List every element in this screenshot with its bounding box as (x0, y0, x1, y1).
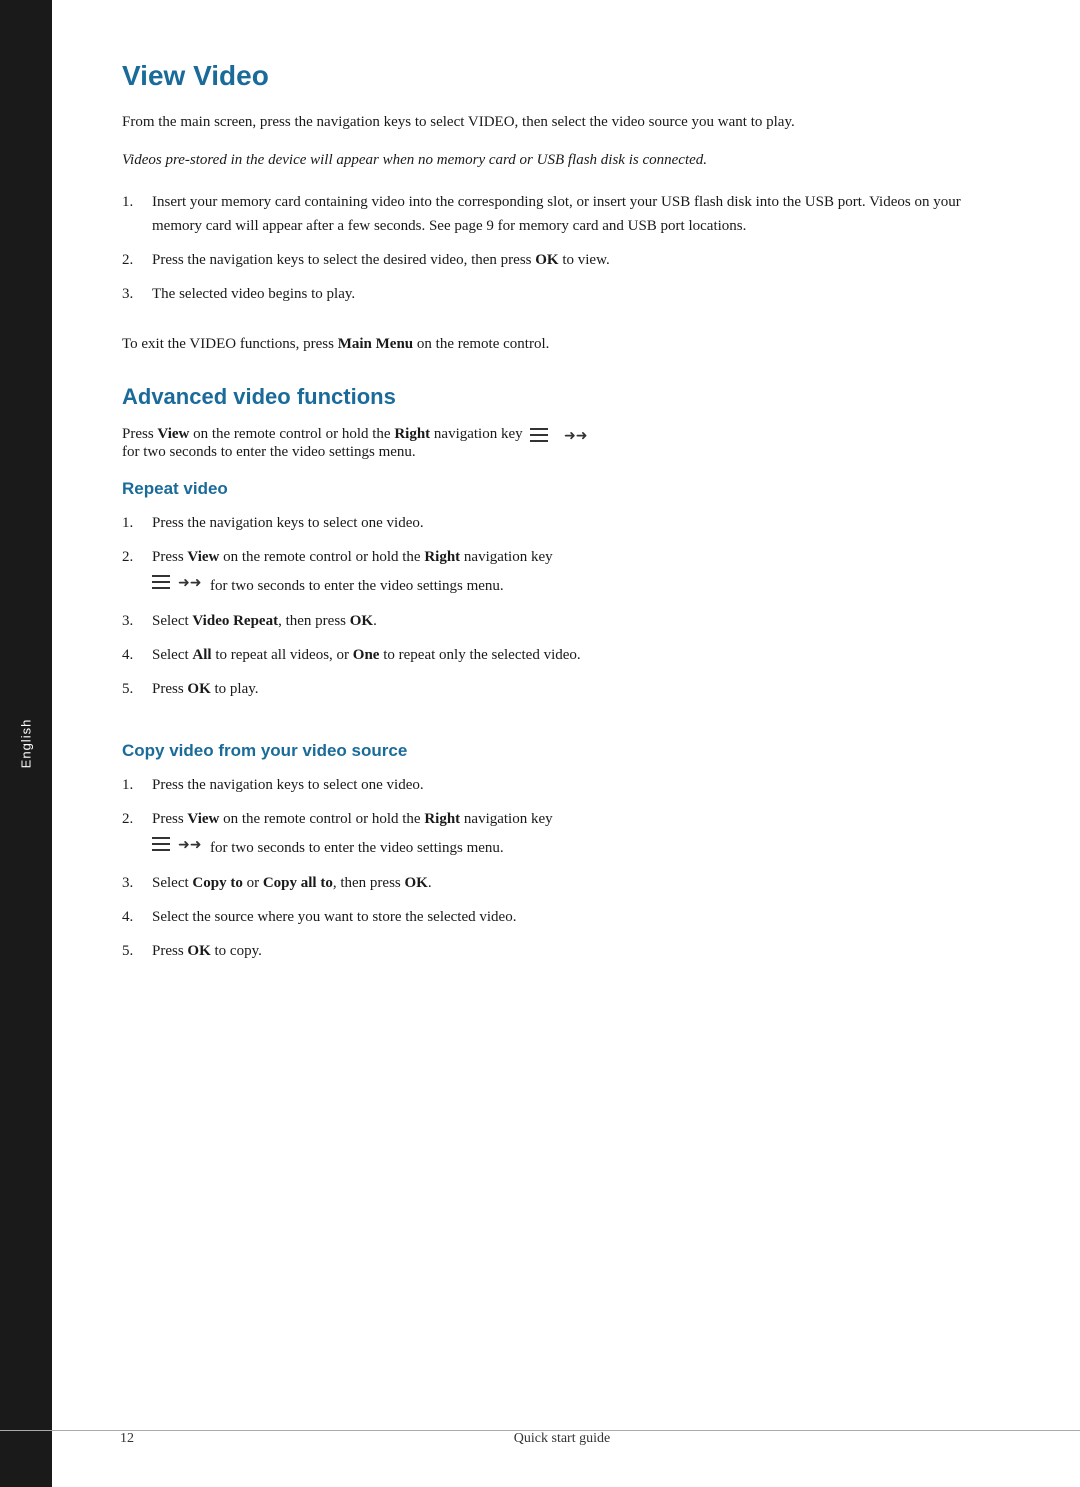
list-text: Press View on the remote control or hold… (152, 807, 990, 861)
list-item: 2. Press View on the remote control or h… (122, 807, 990, 861)
list-number: 1. (122, 773, 152, 797)
svg-text:➜➜: ➜➜ (564, 427, 587, 443)
list-item: 4. Select the source where you want to s… (122, 905, 990, 929)
list-item: 4. Select All to repeat all videos, or O… (122, 643, 990, 667)
list-number: 2. (122, 248, 152, 272)
two-seconds-text-2: for two seconds to enter the video setti… (210, 574, 504, 598)
list-text: Select the source where you want to stor… (152, 905, 990, 929)
sidebar-language-label: English (18, 719, 33, 769)
repeat-video-section: Repeat video 1. Press the navigation key… (122, 479, 990, 717)
subsection-title-copy: Copy video from your video source (122, 741, 990, 761)
list-number: 1. (122, 190, 152, 238)
two-seconds-text-3: for two seconds to enter the video setti… (210, 836, 504, 860)
list-text: Press the navigation keys to select the … (152, 248, 990, 272)
footer-page-number: 12 (120, 1431, 134, 1447)
list-number: 2. (122, 807, 152, 861)
nav-icon (530, 426, 552, 444)
footer: 12 Quick start guide (0, 1430, 1080, 1447)
arrow-icon-3: ➜➜ (178, 836, 204, 860)
list-text: Press OK to play. (152, 677, 990, 701)
list-text: Press the navigation keys to select one … (152, 511, 990, 535)
list-number: 3. (122, 282, 152, 306)
list-item: 2. Press View on the remote control or h… (122, 545, 990, 599)
list-item: 5. Press OK to play. (122, 677, 990, 701)
list-number: 5. (122, 939, 152, 963)
list-item: 3. Select Video Repeat, then press OK. (122, 609, 990, 633)
list-number: 2. (122, 545, 152, 599)
list-text: Select Video Repeat, then press OK. (152, 609, 990, 633)
list-item: 2. Press the navigation keys to select t… (122, 248, 990, 272)
nav-icon-2 (152, 573, 174, 599)
list-text: Press the navigation keys to select one … (152, 773, 990, 797)
list-number: 1. (122, 511, 152, 535)
list-number: 3. (122, 871, 152, 895)
list-number: 4. (122, 643, 152, 667)
content-area: View Video From the main screen, press t… (52, 0, 1080, 1487)
list-number: 4. (122, 905, 152, 929)
arrow-right-icon: ➜➜ (564, 427, 590, 443)
copy-video-section: Copy video from your video source 1. Pre… (122, 741, 990, 979)
svg-text:➜➜: ➜➜ (178, 574, 201, 590)
list-text: The selected video begins to play. (152, 282, 990, 306)
italic-note: Videos pre-stored in the device will app… (122, 148, 990, 172)
list-item: 3. The selected video begins to play. (122, 282, 990, 306)
page-title: View Video (122, 60, 990, 92)
list-item: 5. Press OK to copy. (122, 939, 990, 963)
list-item: 1. Press the navigation keys to select o… (122, 773, 990, 797)
sidebar: English (0, 0, 52, 1487)
section-title-advanced: Advanced video functions (122, 384, 990, 410)
list-text: Press View on the remote control or hold… (152, 545, 990, 599)
nav-icon-3 (152, 835, 174, 861)
for-two-seconds-text: for two seconds to enter the video setti… (122, 444, 416, 460)
press-view-text: Press View on the remote control or hold… (122, 426, 594, 442)
svg-text:➜➜: ➜➜ (178, 836, 201, 852)
list-text: Select All to repeat all videos, or One … (152, 643, 990, 667)
exit-line: To exit the VIDEO functions, press Main … (122, 332, 990, 356)
subsection-title-repeat: Repeat video (122, 479, 990, 499)
list-item: 1. Insert your memory card containing vi… (122, 190, 990, 238)
repeat-video-steps: 1. Press the navigation keys to select o… (122, 511, 990, 701)
page-container: English View Video From the main screen,… (0, 0, 1080, 1487)
press-view-block: Press View on the remote control or hold… (122, 426, 990, 461)
copy-video-steps: 1. Press the navigation keys to select o… (122, 773, 990, 963)
list-item: 1. Press the navigation keys to select o… (122, 511, 990, 535)
list-text: Select Copy to or Copy all to, then pres… (152, 871, 990, 895)
list-number: 3. (122, 609, 152, 633)
list-item: 3. Select Copy to or Copy all to, then p… (122, 871, 990, 895)
list-text: Press OK to copy. (152, 939, 990, 963)
view-video-steps: 1. Insert your memory card containing vi… (122, 190, 990, 316)
arrow-icon-2: ➜➜ (178, 574, 204, 598)
footer-center-text: Quick start guide (134, 1431, 990, 1447)
list-text: Insert your memory card containing video… (152, 190, 990, 238)
list-number: 5. (122, 677, 152, 701)
intro-paragraph: From the main screen, press the navigati… (122, 110, 990, 134)
